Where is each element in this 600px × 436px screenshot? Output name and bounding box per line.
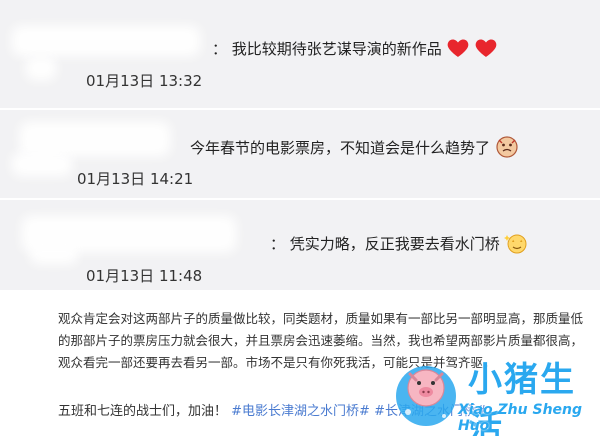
comment-time: 01月13日 11:48 xyxy=(86,267,203,285)
comment-time: 01月13日 14:21 xyxy=(77,170,194,188)
heart-icon xyxy=(447,39,469,57)
slogan-text: 五班和七连的战士们，加油！ xyxy=(58,404,228,419)
comment-card: 今年春节的电影票房，不知道会是什么趋势了 01月13日 14:21 xyxy=(0,110,600,198)
blurred-avatar xyxy=(26,56,56,80)
comment-card: ： 凭实力略，反正我要去看水门桥 01月13日 11:48 xyxy=(0,200,600,290)
comment-text: ： 凭实力略，反正我要去看水门桥 xyxy=(270,230,530,256)
blurred-avatar xyxy=(30,244,78,264)
blurred-username xyxy=(12,26,200,56)
blurred-username xyxy=(20,122,170,156)
comment-text: ： 我比较期待张艺谋导演的新作品 xyxy=(212,36,498,60)
thinking-face-emoji-icon xyxy=(496,136,518,158)
comment-text: 今年春节的电影票房，不知道会是什么趋势了 xyxy=(190,134,520,160)
blurred-avatar xyxy=(12,152,72,176)
pig-mascot-icon xyxy=(396,366,456,426)
heart-icon xyxy=(475,39,497,57)
watermark-logo: 小猪生活 Xiao Zhu Sheng Huo xyxy=(372,348,596,436)
comment-time: 01月13日 13:32 xyxy=(86,72,203,90)
star-face-emoji-icon xyxy=(503,234,527,254)
comment-card: ： 我比较期待张艺谋导演的新作品 01月13日 13:32 xyxy=(0,0,600,108)
article-line: 观众肯定会对这两部片子的质量做比较，同类题材，质量如果有一部比另一部明显高，那质… xyxy=(58,311,584,326)
logo-pinyin-text: Xiao Zhu Sheng Huo xyxy=(458,402,583,434)
